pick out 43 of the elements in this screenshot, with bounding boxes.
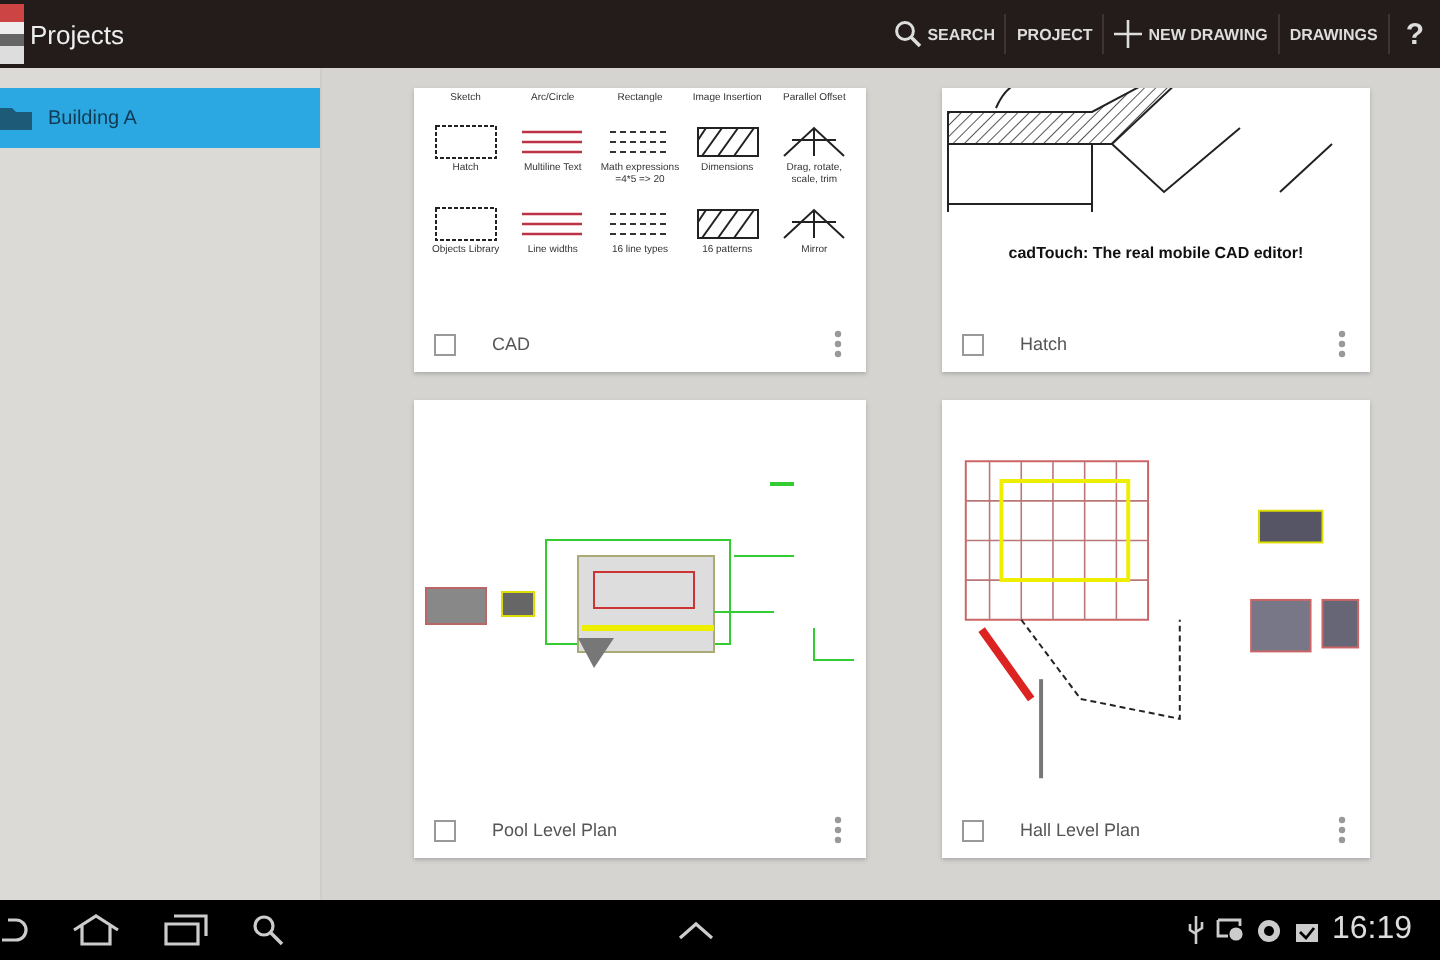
action-button[interactable]: DRAWINGS bbox=[1279, 10, 1388, 58]
checkbox[interactable] bbox=[962, 819, 984, 841]
folder-icon bbox=[0, 106, 32, 130]
drawing-card[interactable]: Hall Level Plan bbox=[942, 400, 1370, 858]
drawing-name: CAD bbox=[492, 334, 531, 354]
more-icon[interactable] bbox=[834, 330, 842, 358]
tool-icon bbox=[693, 124, 762, 160]
sidebar-item[interactable]: Building A bbox=[0, 88, 320, 148]
plus-icon bbox=[1114, 20, 1143, 48]
action-button[interactable]: PROJECT bbox=[1006, 10, 1103, 58]
new-drawing-button[interactable]: NEW DRAWING bbox=[1104, 10, 1278, 58]
usb-icon bbox=[1187, 916, 1204, 944]
home-icon[interactable] bbox=[72, 914, 120, 946]
checkbox[interactable] bbox=[434, 333, 456, 355]
clock: 16:19 bbox=[1331, 912, 1412, 948]
drawing-name: Hall Level Plan bbox=[1020, 820, 1141, 840]
app-logo-icon[interactable] bbox=[0, 4, 24, 64]
app-title: Projects bbox=[30, 19, 124, 49]
caret-up-icon[interactable] bbox=[678, 920, 714, 940]
drawing-name: Pool Level Plan bbox=[492, 820, 618, 840]
back-icon[interactable] bbox=[0, 916, 28, 944]
checkbox[interactable] bbox=[434, 819, 456, 841]
tool-icon bbox=[693, 206, 762, 242]
search-button[interactable]: SEARCH bbox=[883, 10, 1005, 58]
tool-icon bbox=[780, 124, 849, 160]
tool-icon bbox=[431, 206, 500, 242]
tool-icon bbox=[780, 206, 849, 242]
screen-icon bbox=[1215, 918, 1244, 942]
circle-icon bbox=[1255, 917, 1282, 943]
search-icon[interactable] bbox=[252, 914, 284, 946]
drawing-name: Hatch bbox=[1020, 334, 1068, 354]
checkbox[interactable] bbox=[962, 333, 984, 355]
more-icon[interactable] bbox=[1338, 330, 1346, 358]
more-icon[interactable] bbox=[834, 816, 842, 844]
drawing-card[interactable]: Pool Level Plan bbox=[414, 400, 866, 858]
help-button[interactable]: ? bbox=[1389, 10, 1440, 58]
drawing-card[interactable] bbox=[414, 88, 866, 372]
thumbnail-caption: cadTouch: The real mobile CAD editor! bbox=[1008, 244, 1304, 262]
tool-icon bbox=[431, 124, 500, 160]
drawing-card[interactable]: cadTouch: The real mobile CAD editor! Hatch bbox=[942, 88, 1370, 372]
search-icon bbox=[893, 20, 922, 48]
recent-apps-icon[interactable] bbox=[164, 914, 208, 946]
more-icon[interactable] bbox=[1338, 816, 1346, 844]
